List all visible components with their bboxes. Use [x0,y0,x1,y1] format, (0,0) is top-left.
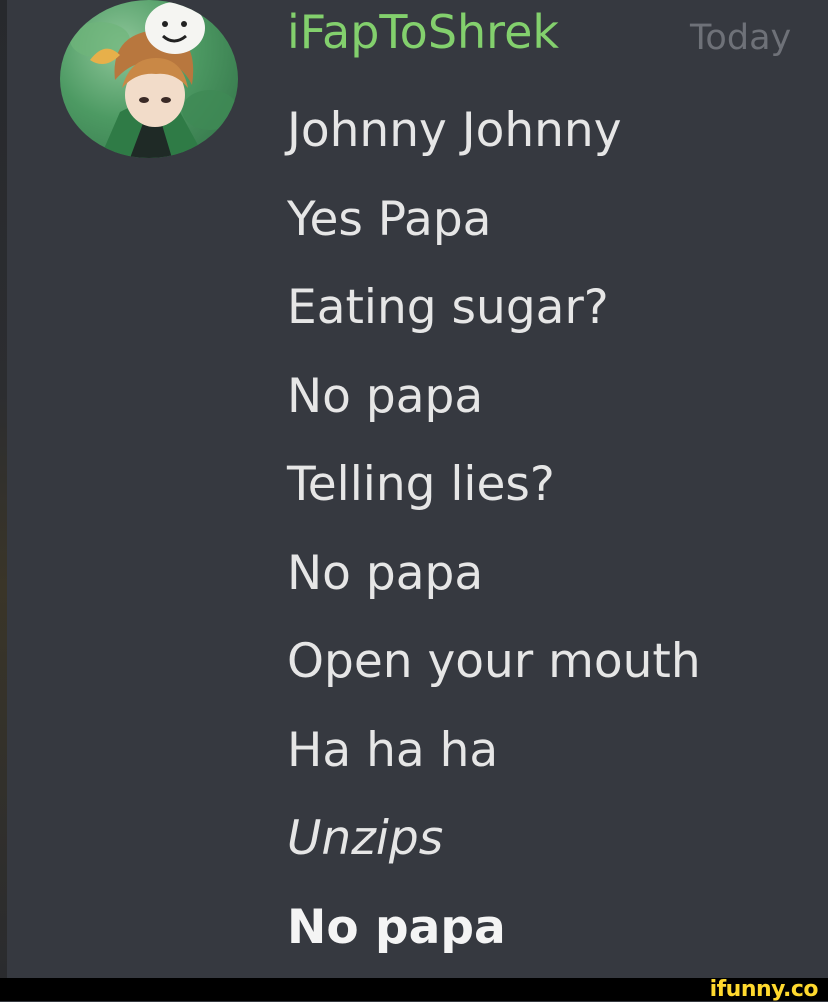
message-line: Johnny Johnny [287,103,622,158]
message-line: Yes Papa [287,191,492,247]
message-line: No papa [287,368,484,424]
message-timestamp: Today [690,18,792,58]
ifunny-watermark: ifunny.co [709,977,819,1002]
username[interactable]: iFapToShrek [287,4,559,60]
user-avatar[interactable] [60,0,238,158]
watermark-bar [0,978,828,1001]
avatar-image-icon [70,2,238,158]
message-line: Ha ha ha [287,722,499,778]
left-edge-shadow [0,0,7,978]
message-line: Telling lies? [287,457,555,512]
message-body: Johnny Johnny Yes Papa Eating sugar? No … [287,96,701,981]
message-line: No papa [287,545,484,601]
message-line: Open your mouth [287,634,701,689]
message-line-italic: Unzips [287,811,444,866]
message-line: Eating sugar? [287,280,609,335]
message-line-bold: No papa [287,899,506,955]
